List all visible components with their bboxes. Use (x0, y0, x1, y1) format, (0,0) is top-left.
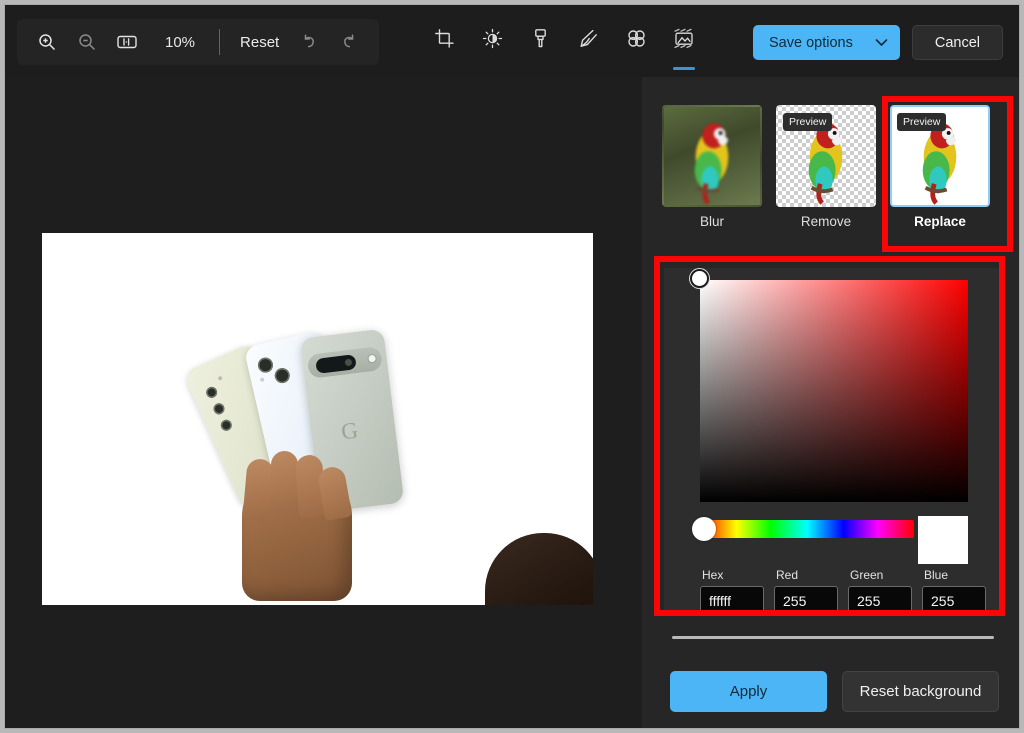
remove-thumbnail: Preview (776, 105, 876, 207)
color-value-fields: Hex Red Green Blue (700, 568, 986, 615)
hex-label: Hex (702, 568, 724, 582)
editing-tools-group (420, 21, 708, 70)
background-option-replace[interactable]: Preview Replace (890, 105, 990, 229)
background-options-list: Blur Preview Remove Preview Replace (662, 105, 990, 229)
option-label-blur: Blur (699, 214, 724, 229)
apply-button[interactable]: Apply (670, 670, 827, 712)
top-toolbar: 10% Reset Save options Cancel (5, 5, 1019, 77)
blue-field-group: Blue (922, 568, 986, 615)
crop-tool-button[interactable] (420, 21, 468, 67)
zoom-controls-group: 10% Reset (17, 19, 380, 65)
red-input[interactable] (774, 586, 838, 615)
hand (242, 451, 353, 601)
background-option-blur[interactable]: Blur (662, 105, 762, 229)
opacity-slider[interactable] (672, 630, 994, 646)
tool-active-indicator (673, 67, 695, 70)
option-label-remove: Remove (800, 214, 852, 229)
image-editor-window: 10% Reset Save options Cancel G Blur Pre… (4, 4, 1020, 729)
person-head (485, 533, 593, 605)
pen-tool-button[interactable] (564, 21, 612, 67)
zoom-out-button[interactable] (67, 23, 107, 61)
cancel-button[interactable]: Cancel (911, 25, 1003, 60)
blue-input[interactable] (922, 586, 986, 615)
adjust-tool-button[interactable] (468, 21, 516, 67)
undo-button[interactable] (289, 23, 329, 61)
save-options-button[interactable]: Save options (753, 25, 900, 60)
green-field-group: Green (848, 568, 912, 615)
save-options-label: Save options (769, 34, 853, 51)
toolbar-divider (219, 29, 221, 55)
fit-to-screen-button[interactable] (107, 23, 147, 61)
option-label-replace: Replace (914, 214, 966, 229)
red-label: Red (776, 568, 799, 582)
parrot-preview-image (694, 123, 729, 205)
hex-field-group: Hex (700, 568, 764, 615)
opacity-slider-track (672, 636, 994, 639)
zoom-level-label: 10% (165, 33, 196, 51)
redo-button[interactable] (329, 23, 369, 61)
background-option-remove[interactable]: Preview Remove (776, 105, 876, 229)
action-buttons-group: Save options Cancel (753, 25, 1003, 60)
background-panel: Blur Preview Remove Preview Replace Hex … (642, 77, 1019, 728)
color-picker: Hex Red Green Blue (664, 268, 1002, 615)
saturation-value-thumb[interactable] (690, 269, 709, 288)
selected-color-swatch (918, 516, 968, 564)
preview-badge: Preview (897, 113, 947, 131)
preview-badge: Preview (783, 113, 833, 131)
green-label: Green (850, 568, 884, 582)
chevron-down-icon (875, 35, 888, 51)
hue-slider[interactable] (692, 517, 915, 541)
hue-slider-thumb[interactable] (692, 517, 716, 541)
pixel-g-logo: G (339, 417, 360, 445)
hue-slider-row (692, 516, 968, 564)
saturation-value-square[interactable] (690, 269, 968, 502)
zoom-in-button[interactable] (27, 23, 67, 61)
hex-input[interactable] (700, 586, 764, 615)
edited-image[interactable]: G (42, 233, 593, 605)
blur-thumbnail (662, 105, 762, 207)
canvas-area[interactable]: G (5, 77, 642, 728)
reset-background-button[interactable]: Reset background (842, 670, 999, 712)
background-tool-button[interactable] (660, 21, 708, 70)
blue-label: Blue (924, 568, 949, 582)
replace-thumbnail: Preview (890, 105, 990, 207)
marker-tool-button[interactable] (516, 21, 564, 67)
panel-footer: Apply Reset background (642, 652, 1019, 728)
red-field-group: Red (774, 568, 838, 615)
blur-tool-button[interactable] (612, 21, 660, 67)
green-input[interactable] (848, 586, 912, 615)
reset-zoom-button[interactable]: Reset (230, 27, 289, 58)
